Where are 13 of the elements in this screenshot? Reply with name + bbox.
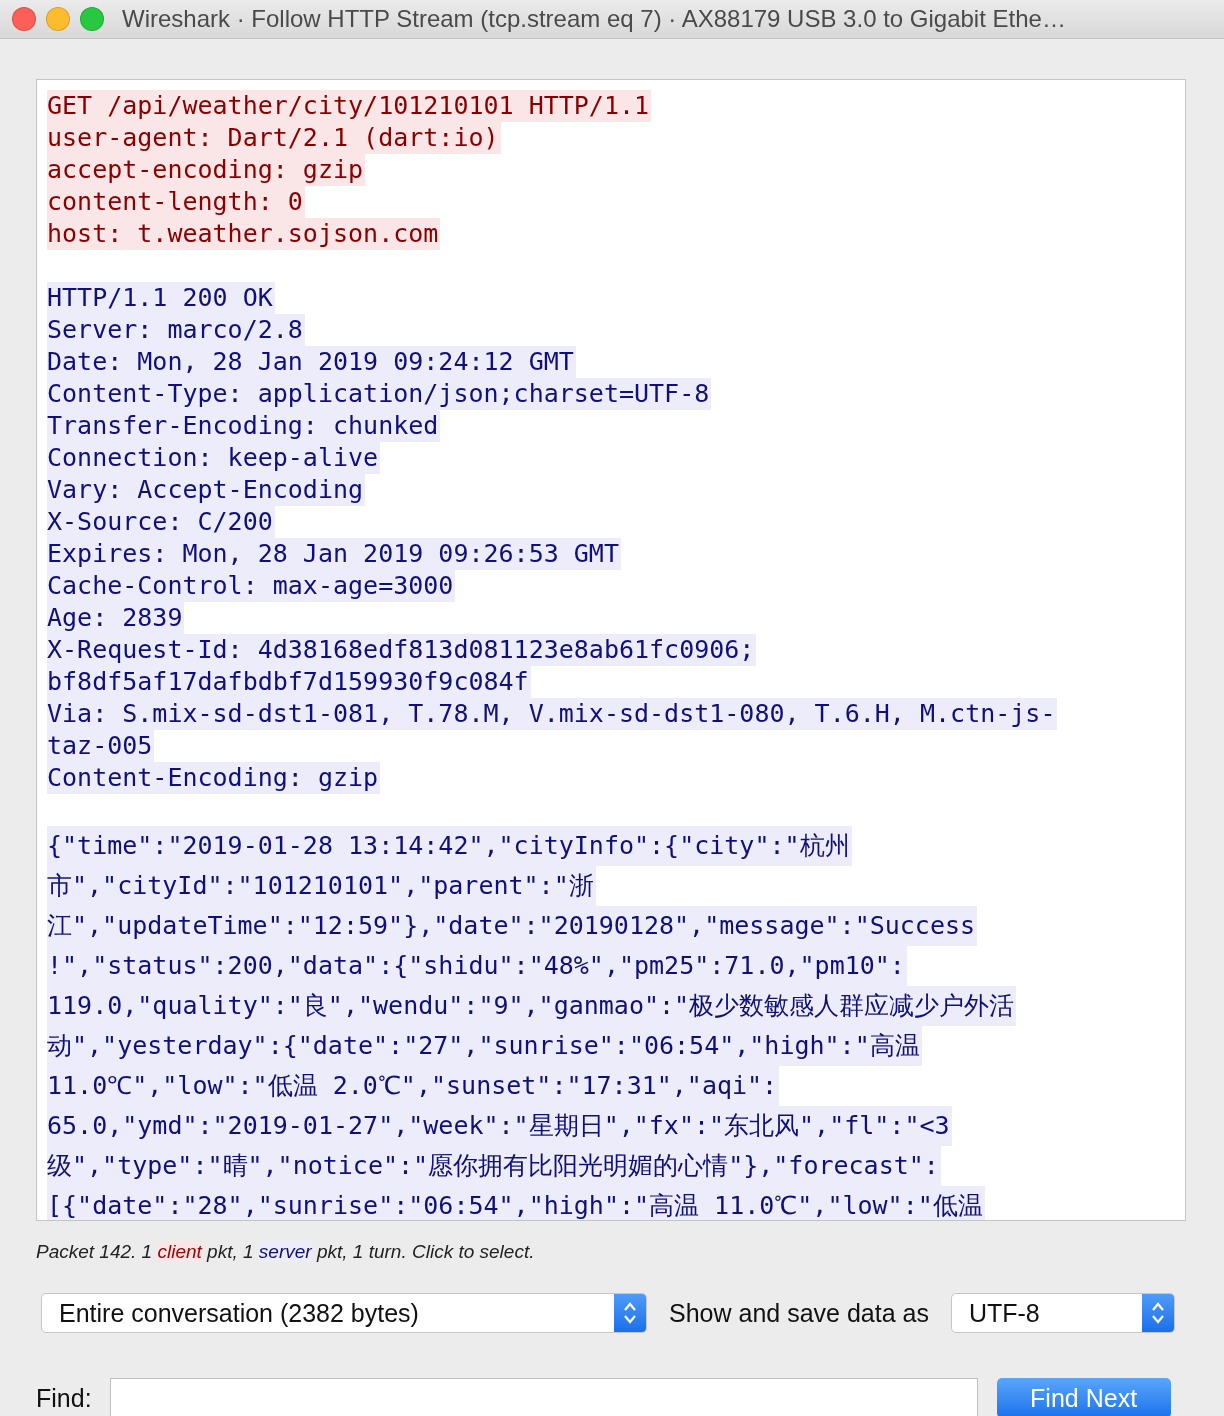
zoom-button[interactable] [80,7,104,31]
find-label: Find: [36,1383,92,1413]
up-down-chevron-icon [623,1300,637,1326]
close-button[interactable] [12,7,36,31]
conversation-select[interactable]: Entire conversation (2382 bytes) [41,1293,647,1333]
minimize-button[interactable] [46,7,70,31]
format-label: Show and save data as [669,1298,929,1328]
packet-summary: Packet 142. 1 client pkt, 1 server pkt, 1 turn. Click to select. [36,1241,536,1263]
window-title: Wireshark · Follow HTTP Stream (tcp.stream eq 7) · AX88179 USB 3.0 to Gigabit Ethe… [122,5,1066,33]
stream-text-pane[interactable] [36,79,1186,1221]
find-field[interactable] [109,1378,978,1416]
up-down-chevron-icon [1150,1300,1165,1326]
format-select[interactable]: UTF-8 [950,1293,1175,1333]
